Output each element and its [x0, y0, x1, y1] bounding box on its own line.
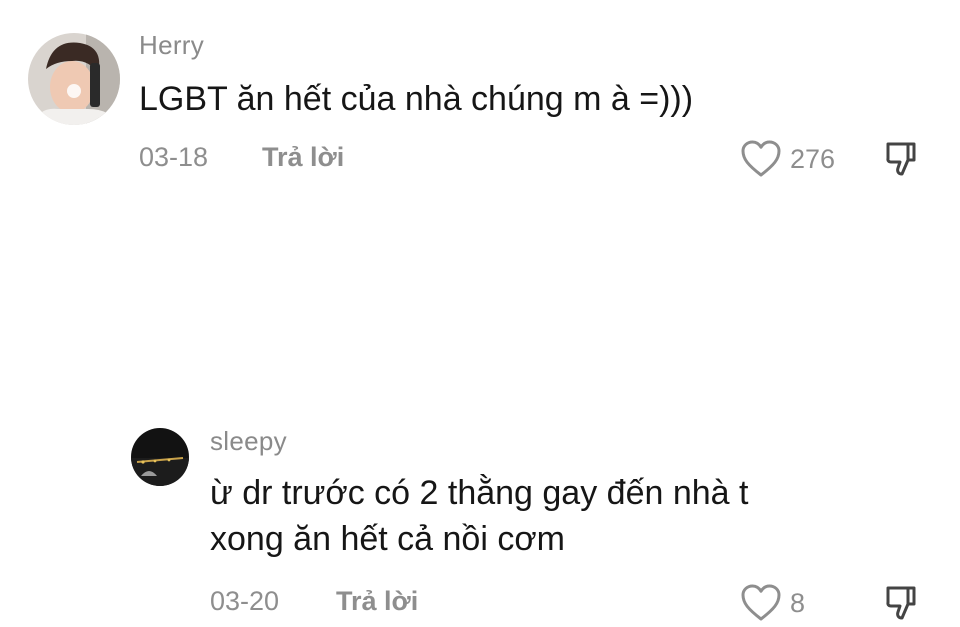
heart-icon [741, 584, 781, 621]
thumbs-down-icon [886, 586, 916, 620]
comment-text-line: ừ dr trước có 2 thằng gay đến nhà t [210, 474, 749, 512]
comment-text: LGBT ăn hết của nhà chúng m à =))) [139, 80, 694, 118]
dislike-button[interactable] [884, 584, 922, 627]
reply-button[interactable]: Trả lời [262, 142, 344, 173]
avatar[interactable] [28, 33, 120, 125]
comment-text-line: xong ăn hết cả nồi cơm [210, 520, 565, 558]
comment-date: 03-18 [139, 142, 209, 172]
avatar-photo-icon [131, 428, 189, 486]
comment-item: Herry LGBT ăn hết của nhà chúng m à =)))… [0, 0, 960, 200]
like-count: 276 [790, 143, 836, 174]
comment-username[interactable]: sleepy [210, 426, 287, 457]
avatar[interactable] [131, 428, 189, 486]
comment-item: sleepy ừ dr trước có 2 thằng gay đến nhà… [0, 400, 960, 622]
reply-button[interactable]: Trả lời [336, 586, 418, 617]
avatar-photo-icon [28, 33, 120, 125]
like-count: 8 [790, 587, 806, 618]
dislike-button[interactable] [884, 140, 922, 183]
like-button[interactable]: 276 [740, 140, 835, 178]
thumbs-down-icon [886, 142, 916, 176]
comment-date: 03-20 [210, 586, 280, 616]
heart-icon [741, 140, 781, 177]
comment-username[interactable]: Herry [139, 30, 204, 61]
like-button[interactable]: 8 [740, 584, 805, 622]
